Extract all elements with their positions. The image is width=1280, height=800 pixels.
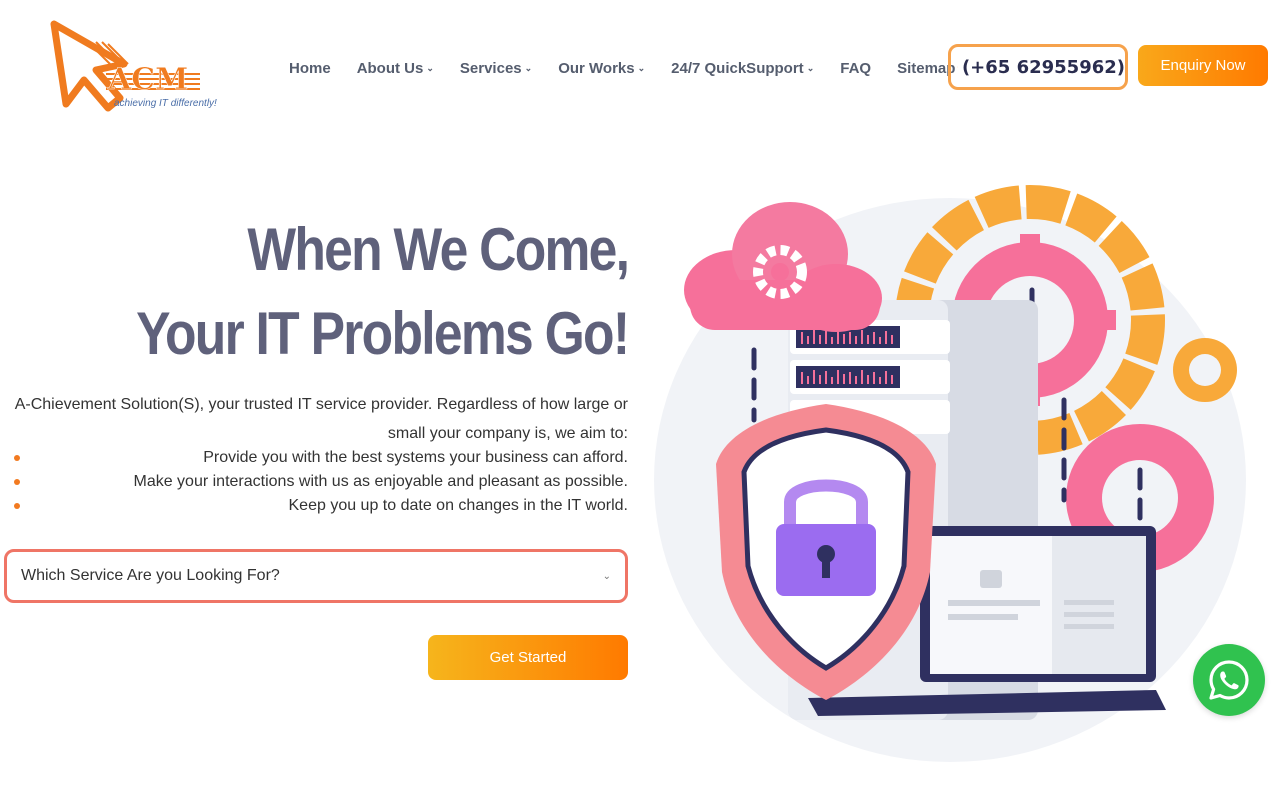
nav-item-about-us[interactable]: About Us ⌄ (357, 60, 434, 77)
hero-title-line-2: Your IT Problems Go! (135, 300, 630, 367)
list-item: Provide you with the best systems your b… (12, 446, 628, 470)
nav-item-quicksupport[interactable]: 24/7 QuickSupport ⌄ (671, 60, 814, 77)
bullet-text: Keep you up to date on changes in the IT… (288, 497, 629, 514)
main-nav: Home About Us ⌄ Services ⌄ Our Works ⌄ 2… (289, 58, 955, 78)
phone-link[interactable]: (+65 62955962) (948, 44, 1128, 90)
it-security-illustration (654, 185, 1246, 762)
phone-icon (957, 66, 958, 68)
hero-title-line-1: When We Come, (247, 216, 630, 283)
hero-bullet-list: Provide you with the best systems your b… (12, 446, 628, 518)
service-select-value: Which Service Are you Looking For? (21, 567, 280, 584)
nav-item-label: Home (289, 59, 331, 77)
nav-item-faq[interactable]: FAQ (840, 60, 871, 77)
whatsapp-chat-button[interactable] (1193, 644, 1265, 716)
service-select[interactable]: Which Service Are you Looking For? ⌄ (4, 549, 628, 603)
get-started-button[interactable]: Get Started (428, 635, 628, 680)
list-item: Keep you up to date on changes in the IT… (12, 494, 628, 518)
chevron-down-icon: ⌄ (524, 62, 533, 73)
nav-item-label: Sitemap (897, 59, 956, 77)
chevron-down-icon: ⌄ (426, 62, 434, 73)
small-orange-gear-icon (1173, 338, 1237, 402)
phone-number: (+65 62955962) (961, 56, 1125, 78)
nav-item-services[interactable]: Services ⌄ (460, 60, 532, 77)
hero-title: When We Come, Your IT Problems Go! (135, 208, 630, 376)
nav-item-label: Services (459, 59, 522, 77)
nav-item-our-works[interactable]: Our Works ⌄ (558, 60, 645, 77)
nav-item-label: About Us (356, 59, 424, 77)
nav-item-label: Our Works (558, 59, 635, 77)
bullet-text: Provide you with the best systems your b… (203, 449, 628, 466)
chevron-down-icon: ⌄ (637, 62, 646, 73)
nav-item-home[interactable]: Home (289, 60, 331, 77)
bullet-dot-icon (14, 479, 20, 485)
logo-tagline: achieving IT differently! (114, 98, 217, 109)
bullet-dot-icon (14, 455, 20, 461)
whatsapp-icon (1209, 660, 1249, 700)
bullet-dot-icon (14, 503, 20, 509)
list-item: Make your interactions with us as enjoya… (12, 470, 628, 494)
logo-text: ACM (108, 62, 189, 98)
nav-item-sitemap[interactable]: Sitemap (897, 60, 955, 77)
bullet-text: Make your interactions with us as enjoya… (133, 473, 628, 490)
hero-description: A-Chievement Solution(S), your trusted I… (14, 396, 628, 442)
chevron-down-icon: ⌄ (602, 570, 611, 582)
enquiry-now-button[interactable]: Enquiry Now (1138, 45, 1268, 86)
nav-item-label: 24/7 QuickSupport (671, 59, 804, 77)
nav-item-label: FAQ (840, 59, 872, 77)
chevron-down-icon: ⌄ (806, 62, 815, 73)
